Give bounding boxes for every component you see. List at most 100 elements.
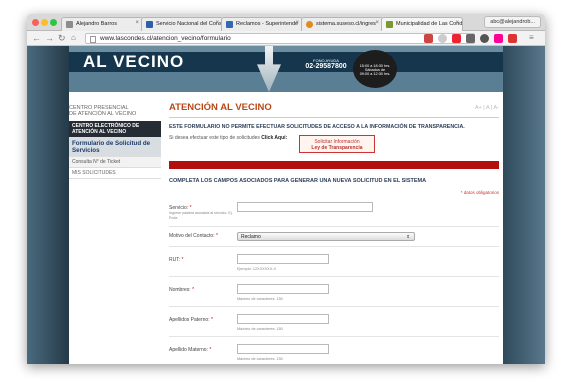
gear-icon[interactable] <box>480 34 489 43</box>
extension-icon[interactable] <box>494 34 503 43</box>
tab-reclamos[interactable]: Reclamos - Superintende × <box>221 17 303 31</box>
click-here-row: Si desea efectuar este tipo de solicitud… <box>169 135 499 157</box>
label-text: Apellido Materno: <box>169 347 208 353</box>
profile-button[interactable]: abc@alejandrob... <box>484 16 541 28</box>
menu-icon[interactable]: ≡ <box>529 33 534 43</box>
nombres-label: Nombres: * <box>169 287 194 293</box>
hours-badge: 15:00 a 18:30 hrs. Sábados de 09:00 a 12… <box>353 50 397 88</box>
side-menu: CENTRO PRESENCIAL DE ATENCIÓN AL VECINO … <box>69 102 161 179</box>
paterno-label: Apellidos Paterno: * <box>169 317 213 323</box>
tab-alejandro-barros[interactable]: Alejandro Barros × <box>61 17 143 31</box>
home-icon[interactable]: ⌂ <box>71 33 76 43</box>
address-bar[interactable]: www.lascondes.cl/atencion_vecino/formula… <box>85 33 475 44</box>
left-background <box>27 46 69 364</box>
extension-icon[interactable] <box>424 34 433 43</box>
nombres-input[interactable] <box>237 284 329 294</box>
form-heading: COMPLETA LOS CAMPOS ASOCIADOS PARA GENER… <box>169 178 427 184</box>
browser-window: Alejandro Barros × Servicio Nacional del … <box>27 14 545 364</box>
paterno-row: Apellidos Paterno: * Máximo de caractere… <box>169 307 499 337</box>
url-text: www.lascondes.cl/atencion_vecino/formula… <box>100 35 231 42</box>
divider <box>169 117 499 118</box>
tab-municipalidad[interactable]: Municipalidad de Las Cond × <box>381 17 463 31</box>
badge-line: 09:00 a 12:30 hrs. <box>359 72 391 76</box>
page-content: AL VECINO FONO AYUDA 02-29587800 15:00 a… <box>69 46 503 364</box>
forward-icon[interactable]: → <box>45 33 54 43</box>
fono-ayuda: FONO AYUDA 02-29587800 <box>305 58 347 70</box>
tab-bar: Alejandro Barros × Servicio Nacional del … <box>27 14 545 31</box>
paterno-hint: Máximo de caracteres: 150 <box>237 327 283 331</box>
tab-label: Municipalidad de Las Cond <box>396 21 463 27</box>
motivo-select[interactable]: Reclamo ⇕ <box>237 232 415 241</box>
minimize-window-icon[interactable] <box>41 19 48 26</box>
suseso-favicon-icon <box>306 21 313 28</box>
label-text: Nombres: <box>169 287 191 293</box>
reload-icon[interactable]: ↻ <box>58 33 66 43</box>
star-icon[interactable] <box>438 34 447 43</box>
sidebar-item-formulario[interactable]: Formulario de Solicitud de Servicios <box>69 138 161 157</box>
required-star: * <box>181 257 184 263</box>
back-icon[interactable]: ← <box>32 33 41 43</box>
nombres-row: Nombres: * Máximo de caracteres: 150 <box>169 277 499 307</box>
nombres-hint: Máximo de caracteres: 150 <box>237 297 283 301</box>
page-icon <box>90 36 96 43</box>
banner-title: AL VECINO <box>83 52 185 71</box>
materno-row: Apellido Materno: * Máximo de caracteres… <box>169 337 499 364</box>
banner-lower <box>69 72 503 92</box>
tab-sernac[interactable]: Servicio Nacional del Cons × <box>141 17 223 31</box>
materno-label: Apellido Materno: * <box>169 347 211 353</box>
right-background <box>503 46 545 364</box>
tab-label: Reclamos - Superintende <box>236 21 299 27</box>
page-viewport: AL VECINO FONO AYUDA 02-29587800 15:00 a… <box>27 46 545 364</box>
label-text: Apellidos Paterno: <box>169 317 210 323</box>
tab-close-icon[interactable]: × <box>215 20 219 26</box>
sidebar-heading-line: DE ATENCIÓN AL VECINO <box>69 111 137 117</box>
label-text: RUT: <box>169 257 181 263</box>
sidebar-item-centro-electronico[interactable]: CENTRO ELECTRÓNICO DE ATENCIÓN AL VECINO <box>69 121 161 138</box>
zoom-window-icon[interactable] <box>50 19 57 26</box>
label-text: Motivo del Contacto: <box>169 233 215 239</box>
motivo-label: Motivo del Contacto: * <box>169 233 218 239</box>
tab-close-icon[interactable]: × <box>135 20 139 26</box>
motivo-row: Motivo del Contacto: * Reclamo ⇕ <box>169 227 499 247</box>
tab-label: Servicio Nacional del Cons <box>156 21 222 27</box>
tab-close-icon[interactable]: × <box>455 20 459 26</box>
extension-icon[interactable] <box>452 34 461 43</box>
main-form-area: ATENCIÓN AL VECINO A+ | A | A- ESTE FORM… <box>169 102 499 364</box>
close-window-icon[interactable] <box>32 19 39 26</box>
select-arrows-icon: ⇕ <box>406 234 410 239</box>
municipalidad-favicon-icon <box>386 21 393 28</box>
required-star: * <box>215 233 218 239</box>
reclamos-favicon-icon <box>226 21 233 28</box>
transparency-warning: ESTE FORMULARIO NO PERMITE EFECTUAR SOLI… <box>169 124 465 130</box>
tab-close-icon[interactable]: × <box>375 20 379 26</box>
extension-icon[interactable] <box>508 34 517 43</box>
font-size-controls[interactable]: A+ | A | A- <box>475 105 499 111</box>
required-star: * <box>192 287 195 293</box>
tab-close-icon[interactable]: × <box>295 20 299 26</box>
extension-icon[interactable] <box>466 34 475 43</box>
sernac-favicon-icon <box>146 21 153 28</box>
paterno-input[interactable] <box>237 314 329 324</box>
materno-hint: Máximo de caracteres: 150 <box>237 357 283 361</box>
transparency-request-button[interactable]: Solicitar Información Ley de Transparenc… <box>299 135 375 153</box>
red-separator <box>169 161 499 169</box>
tab-suseso[interactable]: sistema.suseso.cl/ingres × <box>301 17 383 31</box>
person-icon <box>66 21 73 28</box>
sidebar-heading[interactable]: CENTRO PRESENCIAL DE ATENCIÓN AL VECINO <box>69 102 161 117</box>
sidebar-item-consulta-ticket[interactable]: Consulta N° de Ticket <box>69 157 161 168</box>
click-bold: Click Aquí: <box>261 135 288 141</box>
required-star: * <box>209 347 212 353</box>
servicio-input[interactable] <box>237 202 373 212</box>
rut-input[interactable] <box>237 254 329 264</box>
rut-label: RUT: * <box>169 257 183 263</box>
button-line: Ley de Transparencia <box>311 145 363 151</box>
page-title: ATENCIÓN AL VECINO <box>169 102 272 113</box>
tab-label: Alejandro Barros <box>76 21 117 27</box>
header-banner: AL VECINO FONO AYUDA 02-29587800 15:00 a… <box>69 46 503 92</box>
servicio-help: Ingrese palabra asociada al servicio. Ej… <box>169 211 233 220</box>
click-text: Si desea efectuar este tipo de solicitud… <box>169 135 260 141</box>
materno-input[interactable] <box>237 344 329 354</box>
tab-label: sistema.suseso.cl/ingres <box>316 21 376 27</box>
rut-row: RUT: * Ejemplo: 12XXXXXX-X <box>169 247 499 277</box>
sidebar-item-mis-solicitudes[interactable]: MIS SOLICITUDES <box>69 168 161 179</box>
